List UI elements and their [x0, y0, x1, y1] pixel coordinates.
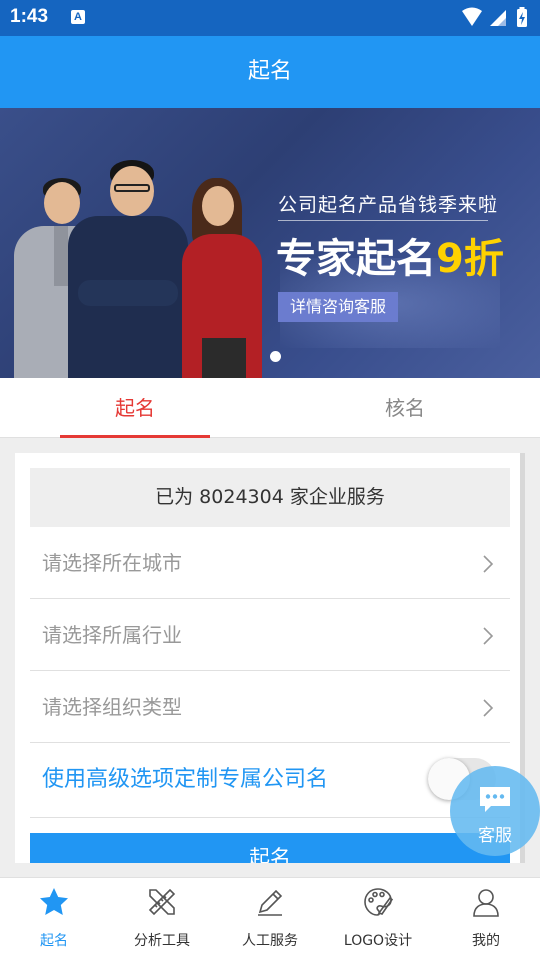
advanced-options-label: 使用高级选项定制专属公司名: [42, 767, 329, 792]
banner-promo-discount: 9折: [436, 236, 504, 282]
person-icon: [473, 889, 499, 917]
tab-naming[interactable]: 起名: [0, 378, 270, 438]
notification-icon: A: [71, 10, 85, 24]
status-time: 1:43: [10, 6, 49, 27]
wifi-icon: [462, 7, 482, 26]
battery-icon: [517, 7, 527, 27]
carousel-indicator[interactable]: [270, 351, 281, 362]
banner-person-center: [68, 160, 188, 378]
ruler-pencil-icon: [148, 888, 176, 916]
served-count-banner: 已为 8024304 家企业服务: [30, 468, 510, 527]
city-select-label: 请选择所在城市: [42, 551, 182, 575]
tab-name-check[interactable]: 核名: [270, 378, 540, 438]
nav-label: 人工服务: [242, 933, 298, 949]
chevron-right-icon: [483, 555, 494, 573]
nav-label: 我的: [472, 933, 500, 949]
chevron-right-icon: [483, 699, 494, 717]
customer-service-label: 客服: [478, 826, 512, 846]
nav-item-naming[interactable]: 起名: [0, 878, 108, 960]
tab-indicator: [60, 435, 210, 438]
nav-item-analysis-tools[interactable]: 分析工具: [108, 878, 216, 960]
status-icons: [460, 6, 532, 34]
org-type-select-label: 请选择组织类型: [42, 695, 182, 719]
banner-promo-text: 专家起名9折: [276, 226, 504, 284]
nav-item-manual-service[interactable]: 人工服务: [216, 878, 324, 960]
banner-person-right: [178, 178, 264, 378]
advanced-options-row: 使用高级选项定制专属公司名: [30, 743, 510, 818]
banner-headline: 公司起名产品省钱季来啦: [278, 194, 499, 216]
nav-label: LOGO设计: [343, 933, 413, 949]
palette-icon: [364, 888, 394, 916]
star-icon: [40, 888, 68, 915]
city-select-row[interactable]: 请选择所在城市: [30, 527, 510, 599]
banner-divider: [278, 220, 488, 221]
signal-icon: [490, 10, 506, 26]
nav-label: 分析工具: [134, 933, 190, 949]
banner-consult-button[interactable]: 详情咨询客服: [278, 292, 398, 322]
app-bar: 起名: [0, 36, 540, 108]
chat-icon: [480, 787, 510, 812]
nav-item-profile[interactable]: 我的: [432, 878, 540, 960]
banner-promo-main: 专家起名: [276, 236, 436, 282]
pencil-icon: [258, 889, 283, 916]
bottom-nav: 起名 分析工具 人工服务 LOGO设计 我的: [0, 877, 540, 960]
promo-banner[interactable]: 公司起名产品省钱季来啦 专家起名9折 详情咨询客服: [0, 108, 540, 378]
page-title: 起名: [247, 59, 292, 84]
industry-select-label: 请选择所属行业: [42, 623, 182, 647]
customer-service-button[interactable]: 客服: [450, 766, 540, 856]
chevron-right-icon: [483, 627, 494, 645]
nav-label: 起名: [40, 933, 68, 949]
org-type-select-row[interactable]: 请选择组织类型: [30, 671, 510, 743]
generate-name-button[interactable]: 起名: [30, 833, 510, 863]
industry-select-row[interactable]: 请选择所属行业: [30, 599, 510, 671]
tab-bar: 起名 核名: [0, 378, 540, 438]
nav-item-logo-design[interactable]: LOGO设计: [324, 878, 432, 960]
naming-form-card: 已为 8024304 家企业服务 请选择所在城市 请选择所属行业 请选择组织类型…: [15, 453, 525, 863]
status-bar: 1:43 A: [0, 0, 540, 36]
